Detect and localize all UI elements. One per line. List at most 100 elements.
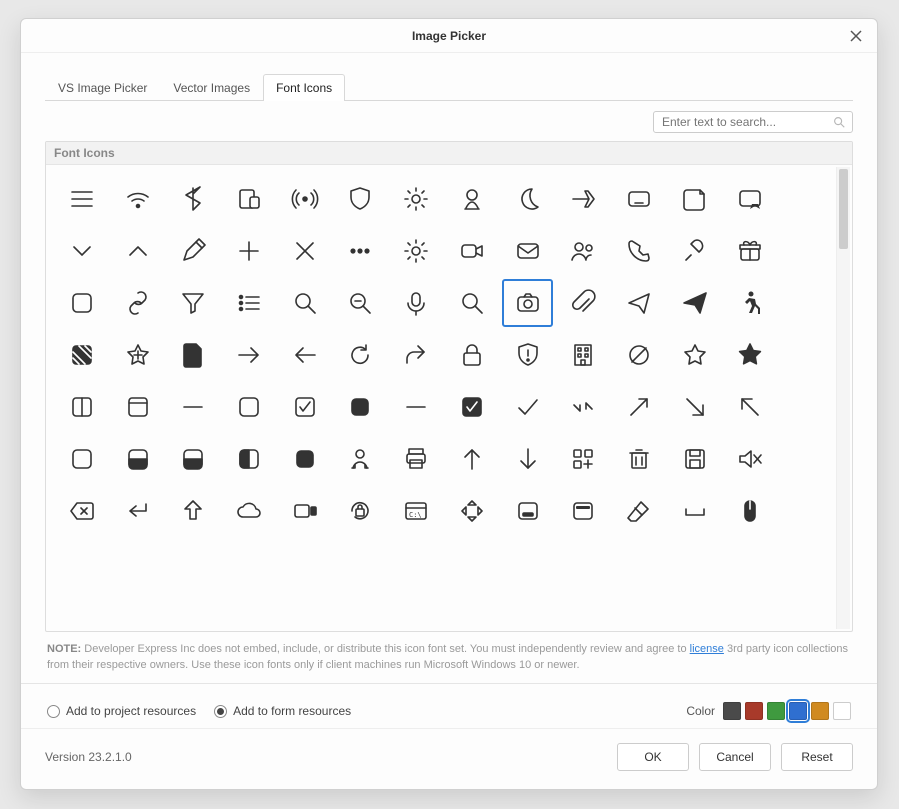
lock-rotation-icon[interactable] xyxy=(335,487,387,535)
star-icon[interactable] xyxy=(725,331,777,379)
tab-vs-image-picker[interactable]: VS Image Picker xyxy=(45,74,160,101)
tab-font-icons[interactable]: Font Icons xyxy=(263,74,345,101)
half-left-icon[interactable] xyxy=(223,435,275,483)
more-icon[interactable] xyxy=(335,227,387,275)
arrow-down-icon[interactable] xyxy=(502,435,554,483)
stop-outline-icon[interactable] xyxy=(56,279,108,327)
arrow-left-icon[interactable] xyxy=(279,331,331,379)
panel-icon[interactable] xyxy=(112,383,164,431)
link-icon[interactable] xyxy=(112,279,164,327)
columns-icon[interactable] xyxy=(56,383,108,431)
pattern-icon[interactable] xyxy=(56,331,108,379)
document-icon[interactable] xyxy=(167,331,219,379)
lock-icon[interactable] xyxy=(446,331,498,379)
shield-icon[interactable] xyxy=(335,175,387,223)
caption-top-icon[interactable] xyxy=(557,487,609,535)
menu-icon[interactable] xyxy=(56,175,108,223)
video-icon[interactable] xyxy=(446,227,498,275)
close-button[interactable] xyxy=(845,25,867,47)
search-icon[interactable] xyxy=(446,279,498,327)
save-icon[interactable] xyxy=(669,435,721,483)
upload-icon[interactable] xyxy=(167,487,219,535)
send-outline-icon[interactable] xyxy=(613,279,665,327)
send-icon[interactable] xyxy=(669,279,721,327)
half-bottom-icon[interactable] xyxy=(112,435,164,483)
phone-icon[interactable] xyxy=(613,227,665,275)
mouse-icon[interactable] xyxy=(725,487,777,535)
wifi-icon[interactable] xyxy=(112,175,164,223)
arrow-right-icon[interactable] xyxy=(223,331,275,379)
color-swatch-amber[interactable] xyxy=(811,702,829,720)
chevron-down-icon[interactable] xyxy=(56,227,108,275)
spacebar-icon[interactable] xyxy=(669,487,721,535)
arrow-up-icon[interactable] xyxy=(446,435,498,483)
tab-vector-images[interactable]: Vector Images xyxy=(160,74,263,101)
delete-icon[interactable] xyxy=(613,435,665,483)
scrollbar-thumb[interactable] xyxy=(839,169,848,249)
color-swatch-red[interactable] xyxy=(745,702,763,720)
expand-icon[interactable] xyxy=(613,383,665,431)
chevron-up-icon[interactable] xyxy=(112,227,164,275)
add-icon[interactable] xyxy=(223,227,275,275)
rect-outline-icon[interactable] xyxy=(56,435,108,483)
camera-icon[interactable] xyxy=(502,279,554,327)
ok-button[interactable]: OK xyxy=(617,743,689,771)
security-icon[interactable] xyxy=(502,331,554,379)
favorite-screen-icon[interactable] xyxy=(725,175,777,223)
close-icon[interactable] xyxy=(279,227,331,275)
share-icon[interactable] xyxy=(390,331,442,379)
minimize-icon[interactable] xyxy=(390,383,442,431)
user-switch-icon[interactable] xyxy=(335,435,387,483)
return-icon[interactable] xyxy=(112,487,164,535)
erase-icon[interactable] xyxy=(613,487,665,535)
scrollbar[interactable] xyxy=(836,167,850,629)
mute-icon[interactable] xyxy=(725,435,777,483)
search-box[interactable] xyxy=(653,111,853,133)
star-add-icon[interactable] xyxy=(112,331,164,379)
cloud-icon[interactable] xyxy=(223,487,275,535)
color-swatch-green[interactable] xyxy=(767,702,785,720)
arrow-down-right-icon[interactable] xyxy=(669,383,721,431)
pin-icon[interactable] xyxy=(669,227,721,275)
location-pin-icon[interactable] xyxy=(446,175,498,223)
color-swatch-blue[interactable] xyxy=(789,702,807,720)
checkbox-icon[interactable] xyxy=(446,383,498,431)
collapse-icon[interactable] xyxy=(557,383,609,431)
radio-form-resources[interactable]: Add to form resources xyxy=(214,704,351,718)
filter-icon[interactable] xyxy=(167,279,219,327)
license-link[interactable]: license xyxy=(690,643,724,655)
attach-icon[interactable] xyxy=(557,279,609,327)
people-icon[interactable] xyxy=(557,227,609,275)
apps-icon[interactable] xyxy=(557,435,609,483)
block-icon[interactable] xyxy=(613,331,665,379)
move-icon[interactable] xyxy=(446,487,498,535)
stop-icon[interactable] xyxy=(335,383,387,431)
color-swatch-dark[interactable] xyxy=(723,702,741,720)
airplane-icon[interactable] xyxy=(557,175,609,223)
half-bottom2-icon[interactable] xyxy=(167,435,219,483)
checkbox-empty-icon[interactable] xyxy=(223,383,275,431)
zoom-icon[interactable] xyxy=(279,279,331,327)
bluetooth-icon[interactable] xyxy=(167,175,219,223)
moon-icon[interactable] xyxy=(502,175,554,223)
microphone-icon[interactable] xyxy=(390,279,442,327)
search-input[interactable] xyxy=(660,114,832,130)
tablet-landscape-icon[interactable] xyxy=(613,175,665,223)
radio-project-resources[interactable]: Add to project resources xyxy=(47,704,196,718)
checkbox-outline-icon[interactable] xyxy=(279,383,331,431)
star-outline-icon[interactable] xyxy=(669,331,721,379)
terminal-icon[interactable] xyxy=(390,487,442,535)
list-icon[interactable] xyxy=(223,279,275,327)
broadcast-icon[interactable] xyxy=(279,175,331,223)
mail-icon[interactable] xyxy=(502,227,554,275)
cancel-button[interactable]: Cancel xyxy=(699,743,771,771)
caption-bottom-icon[interactable] xyxy=(502,487,554,535)
zoom-out-icon[interactable] xyxy=(335,279,387,327)
color-swatch-white[interactable] xyxy=(833,702,851,720)
gift-icon[interactable] xyxy=(725,227,777,275)
settings-icon[interactable] xyxy=(390,227,442,275)
walk-icon[interactable] xyxy=(725,279,777,327)
refresh-icon[interactable] xyxy=(335,331,387,379)
brightness-icon[interactable] xyxy=(390,175,442,223)
rect-solid-icon[interactable] xyxy=(279,435,331,483)
